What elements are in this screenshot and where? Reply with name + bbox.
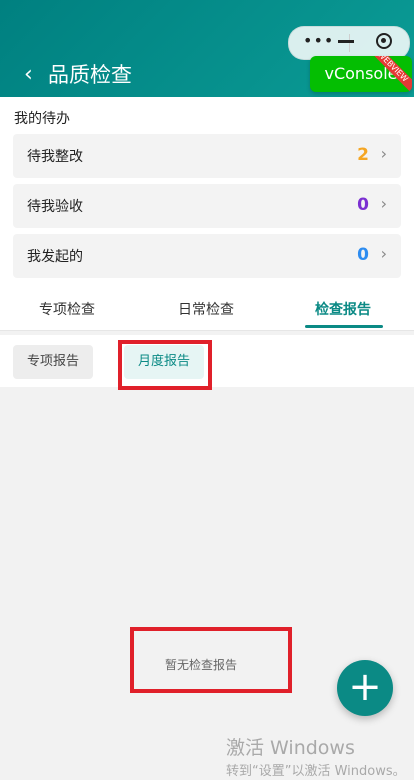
minus-icon[interactable]: [338, 40, 354, 43]
todo-item-rectify[interactable]: 待我整改 2 ›: [13, 134, 401, 178]
windows-watermark-title: 激活 Windows: [226, 737, 355, 759]
target-icon[interactable]: [376, 33, 392, 49]
highlight-box-monthly: [118, 340, 212, 390]
todo-item-count: 0: [357, 195, 369, 215]
todo-item-count: 2: [357, 145, 369, 165]
chevron-left-icon[interactable]: ‹: [24, 63, 44, 87]
highlight-box-empty: [130, 627, 292, 693]
tab-special-inspection[interactable]: 专项检查: [39, 299, 95, 319]
todo-item-accept[interactable]: 待我验收 0 ›: [13, 184, 401, 228]
tab-daily-inspection[interactable]: 日常检查: [178, 299, 234, 319]
active-tab-indicator: [305, 325, 383, 328]
todo-item-label: 待我验收: [27, 199, 83, 215]
page-title: 品质检查: [48, 63, 132, 87]
todo-item-label: 我发起的: [27, 249, 83, 265]
todo-title: 我的待办: [14, 111, 70, 127]
chip-special-report[interactable]: 专项报告: [13, 345, 94, 379]
windows-watermark-hint: 转到“设置”以激活 Windows。: [226, 764, 406, 779]
todo-item-label: 待我整改: [27, 149, 83, 165]
chevron-right-icon: ›: [380, 194, 387, 213]
todo-item-initiated[interactable]: 我发起的 0 ›: [13, 234, 401, 278]
chevron-right-icon: ›: [380, 244, 387, 263]
todo-item-count: 0: [357, 245, 369, 265]
add-report-button[interactable]: +: [337, 660, 393, 716]
chevron-right-icon: ›: [380, 144, 387, 163]
tab-inspection-report[interactable]: 检查报告: [315, 299, 371, 319]
more-icon[interactable]: •••: [303, 31, 334, 50]
vconsole-button[interactable]: vConsole WEBVIEW: [310, 56, 412, 92]
capsule-divider: [349, 34, 350, 52]
